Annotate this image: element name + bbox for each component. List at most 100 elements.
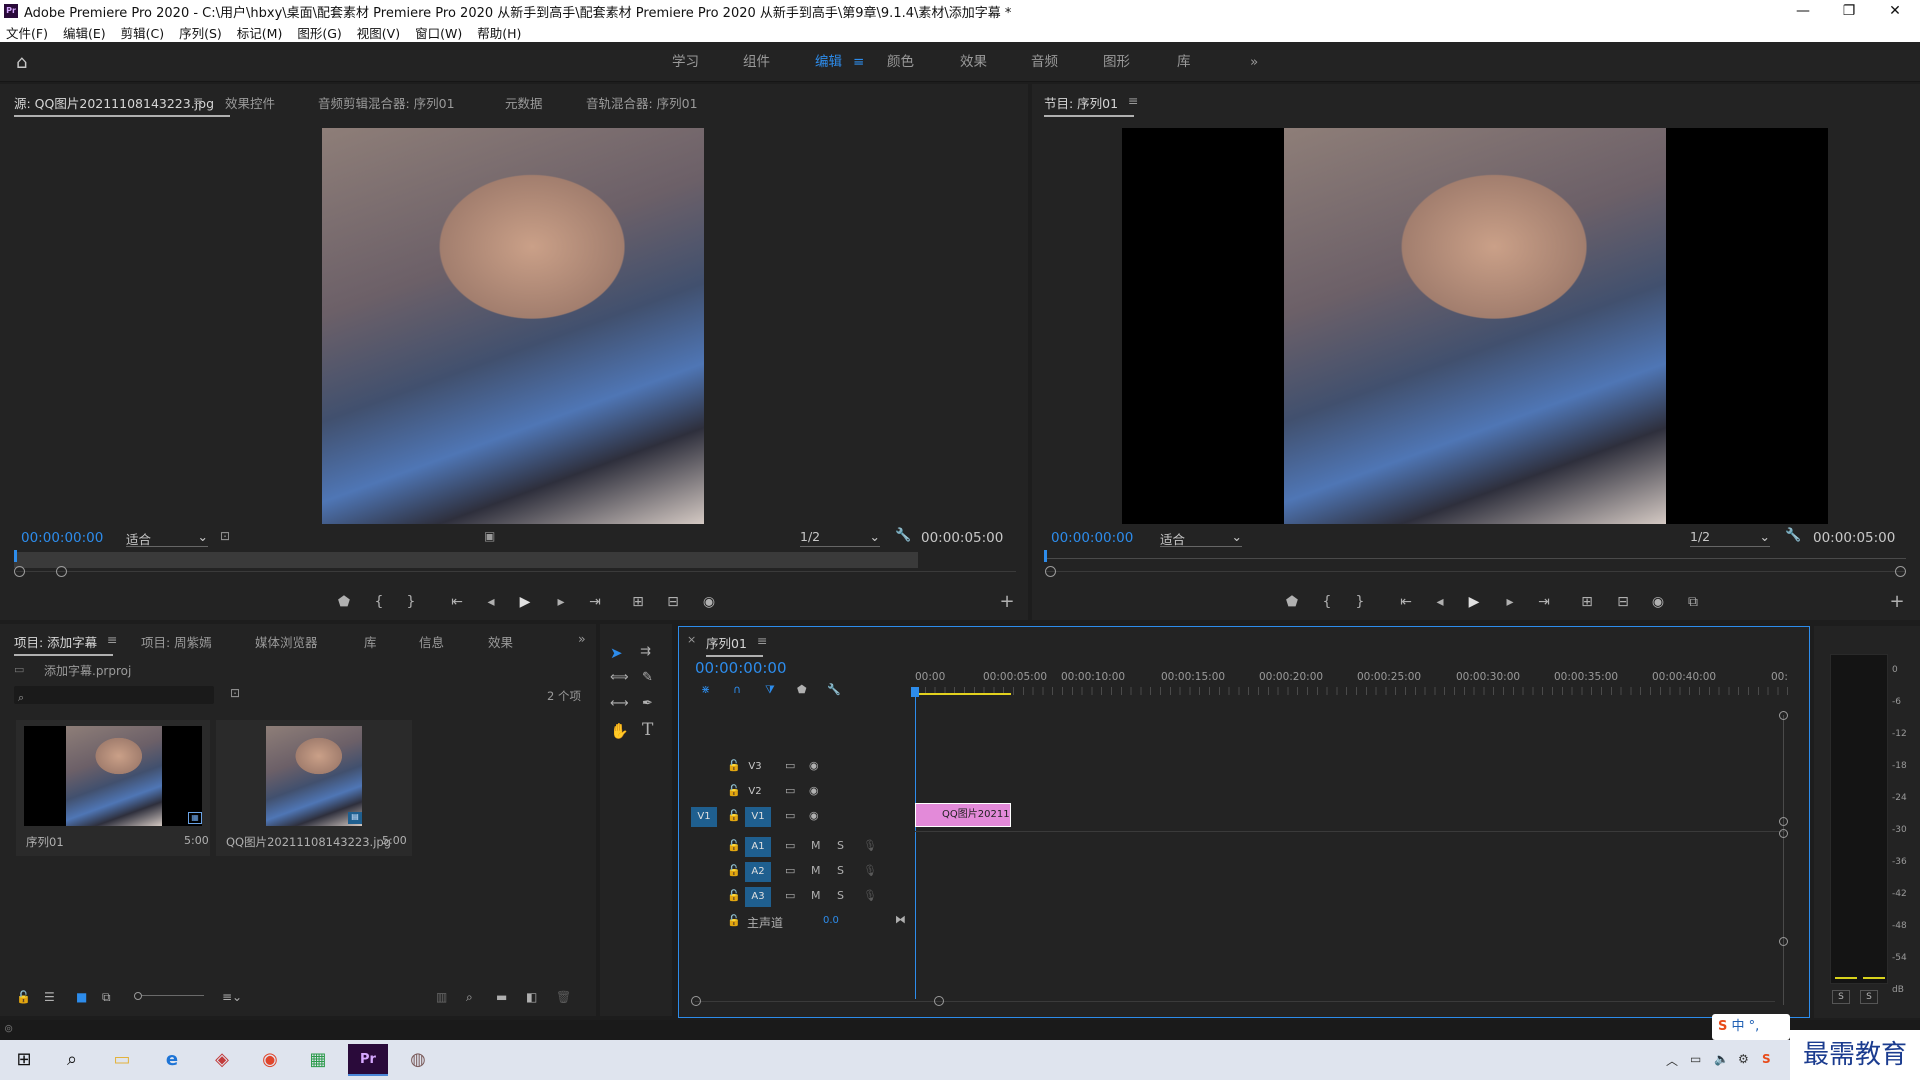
mark-in-icon[interactable]: {: [368, 592, 390, 612]
source-zoom-bar[interactable]: [16, 571, 1016, 572]
time-ruler[interactable]: 00:00 00:00:05:00 00:00:10:00 00:00:15:0…: [915, 671, 1791, 699]
windows-start-icon[interactable]: ⊞: [4, 1044, 44, 1076]
sort-icon[interactable]: ≡⌄: [222, 990, 242, 1004]
lock-icon[interactable]: 🔓: [727, 914, 741, 927]
program-panel-menu-icon[interactable]: ≡: [1128, 93, 1138, 108]
solo-button[interactable]: S: [837, 889, 844, 902]
horizontal-zoom-scrollbar[interactable]: [695, 1001, 1775, 1002]
playhead-handle[interactable]: [911, 687, 919, 697]
menu-edit[interactable]: 编辑(E): [63, 23, 106, 42]
track-target-v1[interactable]: V1: [745, 807, 771, 827]
program-fit-select[interactable]: 适合 ⌄: [1160, 529, 1242, 547]
automate-to-sequence-icon[interactable]: ▥: [436, 990, 447, 1004]
menu-view[interactable]: 视图(V): [357, 23, 400, 42]
program-playhead[interactable]: [1044, 550, 1047, 562]
button-editor-plus-icon[interactable]: +: [1886, 592, 1908, 612]
extract-icon[interactable]: ⊟: [1612, 592, 1634, 612]
mark-in-icon[interactable]: {: [1316, 592, 1338, 612]
lock-icon[interactable]: 🔓: [727, 889, 741, 902]
source-panel-menu-icon[interactable]: ≡: [193, 93, 203, 108]
find-icon[interactable]: ⌕: [466, 990, 473, 1005]
scroll-handle[interactable]: [1779, 711, 1788, 720]
chrome-icon[interactable]: ◉: [250, 1044, 290, 1076]
tab-source[interactable]: 源: QQ图片20211108143223.jpg: [14, 93, 231, 117]
source-scrub-bar[interactable]: [14, 552, 918, 568]
app-icon[interactable]: ◈: [202, 1044, 242, 1076]
tab-info[interactable]: 信息: [419, 632, 444, 651]
insert-clip-icon[interactable]: ⊞: [627, 592, 649, 612]
timeline-clip[interactable]: QQ图片20211: [915, 803, 1011, 827]
program-scrub-bar[interactable]: [1044, 558, 1906, 559]
project-item-image[interactable]: ▤ QQ图片20211108143223.jpg 5:00: [216, 720, 412, 856]
menu-help[interactable]: 帮助(H): [477, 23, 521, 42]
slip-tool-icon[interactable]: ⟷: [610, 696, 629, 711]
lock-icon[interactable]: 🔓: [16, 990, 31, 1004]
workspace-effects[interactable]: 效果: [960, 42, 987, 82]
workspace-color[interactable]: 颜色: [887, 42, 914, 82]
mute-button[interactable]: M: [811, 839, 821, 852]
tab-audio-clip-mixer[interactable]: 音频剪辑混合器: 序列01: [318, 93, 455, 112]
zoom-handle-right[interactable]: [1895, 566, 1906, 577]
button-editor-plus-icon[interactable]: +: [996, 592, 1018, 612]
tab-effect-controls[interactable]: 效果控件: [225, 93, 275, 112]
go-to-in-icon[interactable]: ⇤: [1395, 592, 1417, 612]
go-to-end-icon[interactable]: ⧓: [895, 913, 906, 926]
sync-lock-icon[interactable]: ▭: [785, 839, 795, 852]
workspace-learn[interactable]: 学习: [672, 42, 699, 82]
workspace-assembly[interactable]: 组件: [743, 42, 770, 82]
close-tab-icon[interactable]: ×: [687, 633, 696, 646]
menu-clip[interactable]: 剪辑(C): [121, 23, 164, 42]
step-back-icon[interactable]: ◂: [480, 592, 502, 612]
menu-sequence[interactable]: 序列(S): [179, 23, 222, 42]
add-marker-icon[interactable]: ⬟: [1281, 592, 1303, 612]
new-item-icon[interactable]: ◧: [526, 990, 537, 1004]
premiere-taskbar-icon[interactable]: Pr: [348, 1044, 388, 1076]
lift-icon[interactable]: ⊞: [1576, 592, 1598, 612]
workspace-editing[interactable]: 编辑: [815, 42, 842, 82]
selection-tool-icon[interactable]: ➤: [610, 644, 623, 662]
voiceover-mic-icon[interactable]: 🎙: [863, 839, 877, 852]
mark-out-icon[interactable]: }: [1349, 592, 1371, 612]
scroll-handle[interactable]: [1779, 937, 1788, 946]
project-search-input[interactable]: ⌕: [14, 686, 214, 704]
search-icon[interactable]: ⌕: [52, 1044, 92, 1076]
app-icon[interactable]: ▦: [298, 1044, 338, 1076]
source-playhead[interactable]: [14, 550, 17, 562]
tray-icon[interactable]: ⚙: [1738, 1052, 1749, 1066]
meter-solo-right-button[interactable]: S: [1860, 990, 1878, 1004]
track-select-tool-icon[interactable]: ⇉: [640, 644, 651, 659]
lock-icon[interactable]: 🔓: [727, 809, 741, 822]
eye-icon[interactable]: ◉: [809, 809, 819, 822]
timeline-settings-wrench-icon[interactable]: 🔧: [827, 683, 841, 696]
sync-lock-icon[interactable]: ▭: [785, 759, 795, 772]
panel-overflow-icon[interactable]: »: [578, 631, 586, 646]
ime-indicator[interactable]: S 中 °,: [1712, 1014, 1790, 1040]
solo-button[interactable]: S: [837, 864, 844, 877]
play-icon[interactable]: ▶: [1463, 592, 1485, 612]
meter-solo-left-button[interactable]: S: [1832, 990, 1850, 1004]
sync-lock-icon[interactable]: ▭: [785, 864, 795, 877]
home-icon[interactable]: ⌂: [16, 52, 27, 73]
close-button[interactable]: ✕: [1872, 0, 1918, 22]
linked-selection-icon[interactable]: ⧩: [765, 683, 775, 697]
wrench-icon[interactable]: 🔧: [1785, 528, 1801, 543]
program-zoom-bar[interactable]: [1046, 571, 1906, 572]
workspace-graphics[interactable]: 图形: [1103, 42, 1130, 82]
menu-graphics[interactable]: 图形(G): [297, 23, 341, 42]
export-frame-icon[interactable]: ◉: [1647, 592, 1669, 612]
step-forward-icon[interactable]: ▸: [1499, 592, 1521, 612]
lock-icon[interactable]: 🔓: [727, 839, 741, 852]
track-target-a3[interactable]: A3: [745, 887, 771, 907]
mark-out-icon[interactable]: }: [400, 592, 422, 612]
timeline-playhead[interactable]: [915, 689, 916, 999]
workspace-menu-icon[interactable]: ≡: [853, 42, 864, 82]
lock-icon[interactable]: 🔓: [727, 759, 741, 772]
workspace-libraries[interactable]: 库: [1177, 42, 1191, 82]
tab-media-browser[interactable]: 媒体浏览器: [255, 632, 318, 651]
timeline-timecode[interactable]: 00:00:00:00: [695, 659, 787, 677]
pen-tool-icon[interactable]: ✒: [642, 696, 653, 711]
ripple-edit-tool-icon[interactable]: ⟺: [610, 670, 629, 685]
sogou-tray-icon[interactable]: S: [1762, 1052, 1771, 1066]
file-explorer-icon[interactable]: ▭: [102, 1044, 142, 1076]
new-bin-icon[interactable]: ▬: [496, 990, 507, 1004]
